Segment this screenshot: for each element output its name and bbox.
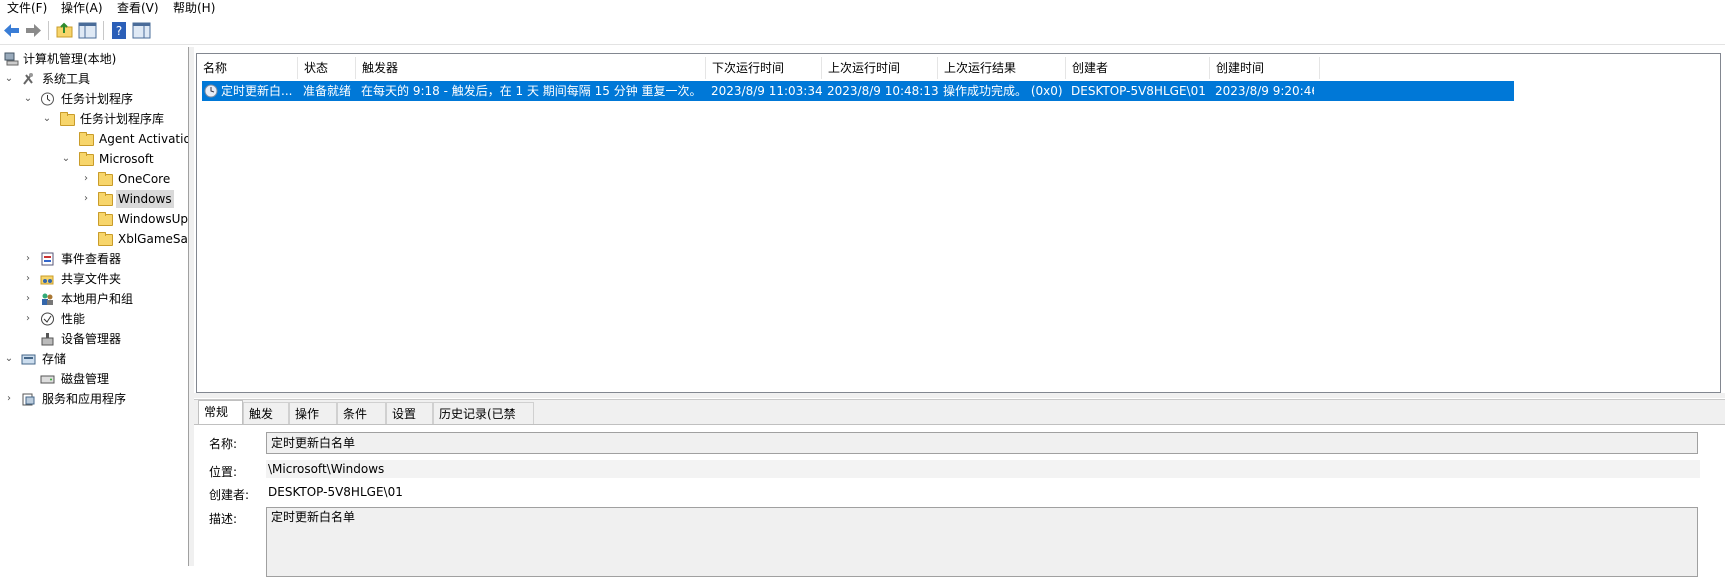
task-list: 名称 状态 触发器 下次运行时间 上次运行时间 上次运行结果 创建者 创建时间 …: [196, 53, 1721, 393]
folder-icon: [79, 132, 94, 146]
column-header-last-run[interactable]: 上次运行时间: [822, 57, 938, 79]
tab-conditions[interactable]: 条件: [337, 402, 386, 424]
chevron-right-icon[interactable]: ›: [80, 170, 92, 188]
tab-actions[interactable]: 操作: [289, 402, 337, 424]
device-manager-icon: [41, 333, 54, 346]
cell-last-run: 2023/8/9 10:48:13: [827, 84, 938, 98]
cell-created: 2023/8/9 9:20:46: [1215, 84, 1314, 98]
column-header-trigger[interactable]: 触发器: [356, 57, 706, 79]
general-tab-content: 名称: 定时更新白名单 位置: \Microsoft\Windows 创建者: …: [194, 424, 1725, 577]
chevron-right-icon[interactable]: ›: [22, 250, 34, 268]
folder-icon: [98, 172, 113, 186]
folder-clock-icon: [60, 112, 75, 126]
location-label: 位置:: [209, 465, 238, 479]
menu-bar: 文件(F) 操作(A) 查看(V) 帮助(H): [0, 0, 1725, 16]
up-folder-icon[interactable]: [55, 21, 74, 40]
chevron-right-icon[interactable]: ›: [80, 190, 92, 208]
description-field[interactable]: 定时更新白名单: [266, 507, 1698, 577]
chevron-down-icon[interactable]: ⌄: [3, 70, 15, 88]
show-tree-icon[interactable]: [78, 21, 97, 40]
chevron-down-icon[interactable]: ⌄: [60, 150, 72, 168]
show-action-pane-icon[interactable]: [132, 21, 151, 40]
console-tree: 计算机管理(本地) ⌄ 系统工具 ⌄ 任务计划程序 ⌄ 任务计划程序库 Agen…: [0, 47, 189, 566]
computer-management-icon: [4, 52, 19, 66]
task-details-pane: 常规 触发器 操作 条件 设置 历史记录(已禁用) 名称: 定时更新白名单 位置…: [194, 399, 1725, 577]
column-header-name[interactable]: 名称: [197, 57, 298, 79]
event-viewer-icon: [41, 252, 54, 266]
cell-last-result: 操作成功完成。 (0x0): [943, 84, 1063, 98]
column-header-author[interactable]: 创建者: [1066, 57, 1210, 79]
table-row[interactable]: 定时更新白... 准备就绪 在每天的 9:18 - 触发后，在 1 天 期间每隔…: [202, 81, 1514, 101]
folder-icon: [98, 212, 113, 226]
name-label: 名称:: [209, 437, 238, 451]
horizontal-splitter[interactable]: [194, 393, 1725, 398]
menu-view[interactable]: 查看(V): [117, 0, 159, 16]
cell-status: 准备就绪: [303, 84, 352, 98]
cell-next-run: 2023/8/9 11:03:34: [711, 84, 822, 98]
storage-icon: [21, 354, 36, 365]
help-icon[interactable]: ?: [110, 21, 129, 40]
chevron-down-icon[interactable]: ⌄: [3, 350, 15, 368]
cell-trigger: 在每天的 9:18 - 触发后，在 1 天 期间每隔 15 分钟 重复一次。: [361, 84, 702, 98]
author-label: 创建者:: [209, 488, 250, 502]
menu-action[interactable]: 操作(A): [61, 0, 103, 16]
users-icon: [42, 293, 53, 305]
toolbar: ?: [0, 17, 1725, 45]
cell-author: DESKTOP-5V8HLGE\01: [1071, 84, 1206, 98]
clock-icon: [41, 92, 54, 106]
chevron-down-icon[interactable]: ⌄: [22, 90, 34, 108]
name-field[interactable]: 定时更新白名单: [266, 432, 1698, 454]
chevron-right-icon[interactable]: ›: [22, 270, 34, 288]
detail-tabs: 常规 触发器 操作 条件 设置 历史记录(已禁用): [194, 400, 1725, 443]
cell-name: 定时更新白...: [221, 84, 293, 98]
column-header-created[interactable]: 创建时间: [1210, 57, 1320, 79]
tab-settings[interactable]: 设置: [386, 402, 433, 424]
chevron-right-icon[interactable]: ›: [22, 310, 34, 328]
location-value: \Microsoft\Windows: [266, 460, 1700, 478]
toolbar-separator: [103, 21, 104, 40]
description-label: 描述:: [209, 512, 238, 526]
toolbar-separator: [48, 21, 49, 40]
column-header-last-result[interactable]: 上次运行结果: [938, 57, 1066, 79]
performance-icon: [41, 312, 54, 326]
tab-history[interactable]: 历史记录(已禁用): [433, 402, 534, 443]
chevron-right-icon[interactable]: ›: [22, 290, 34, 308]
svg-text:?: ?: [116, 24, 122, 38]
chevron-right-icon[interactable]: ›: [3, 390, 15, 408]
tools-icon: [23, 73, 33, 85]
services-icon: [22, 393, 35, 406]
folder-icon: [79, 152, 94, 166]
menu-file[interactable]: 文件(F): [7, 0, 47, 16]
disk-icon: [40, 375, 55, 384]
tab-general[interactable]: 常规: [198, 400, 243, 424]
back-arrow-icon[interactable]: [2, 21, 21, 40]
column-header-status[interactable]: 状态: [298, 57, 356, 79]
forward-arrow-icon[interactable]: [24, 21, 43, 40]
chevron-down-icon[interactable]: ⌄: [41, 110, 53, 128]
shared-folder-icon: [40, 275, 54, 285]
column-header-next-run[interactable]: 下次运行时间: [706, 57, 822, 79]
folder-icon: [98, 192, 113, 206]
folder-icon: [98, 232, 113, 246]
task-list-header: 名称 状态 触发器 下次运行时间 上次运行时间 上次运行结果 创建者 创建时间: [197, 57, 1720, 79]
tab-triggers[interactable]: 触发器: [243, 402, 289, 443]
author-value: DESKTOP-5V8HLGE\01: [266, 483, 1700, 501]
menu-help[interactable]: 帮助(H): [173, 0, 215, 16]
